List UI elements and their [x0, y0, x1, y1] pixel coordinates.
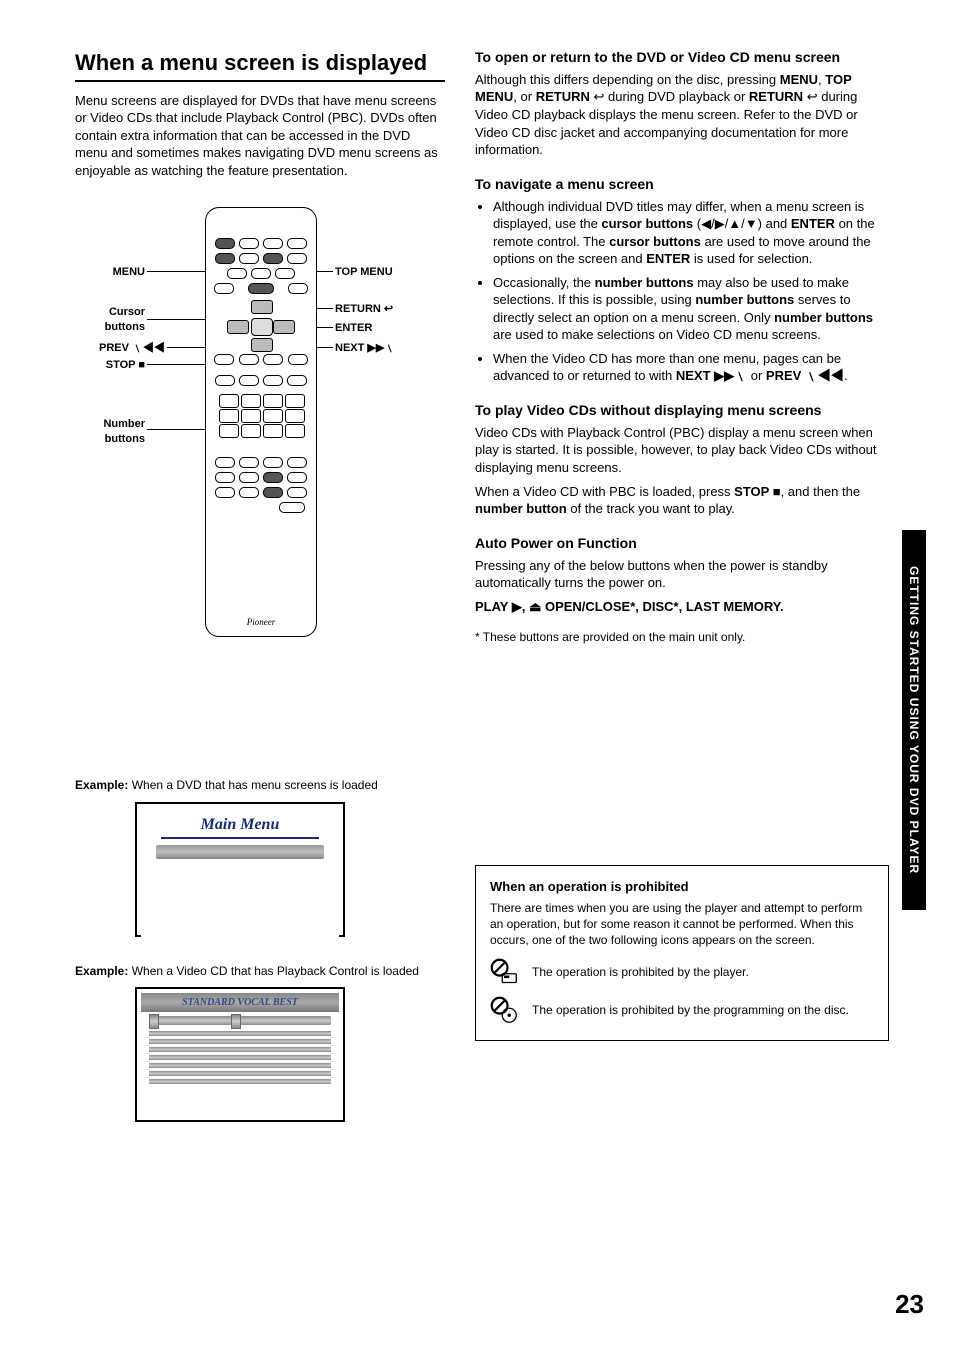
section-heading: When a menu screen is displayed — [75, 48, 445, 82]
callout-cursor: Cursor buttons — [75, 305, 145, 335]
callout-numbers: Number buttons — [75, 417, 145, 447]
brand-label: Pioneer — [214, 616, 308, 628]
left-column: When a menu screen is displayed Menu scr… — [75, 48, 445, 1122]
section-play-vcd-p1: Video CDs with Playback Control (PBC) di… — [475, 424, 889, 477]
section-play-vcd-head: To play Video CDs without displaying men… — [475, 401, 889, 420]
prohibited-player-text: The operation is prohibited by the playe… — [532, 964, 749, 980]
callout-stop: STOP ■ — [75, 358, 145, 373]
section-play-vcd-p2: When a Video CD with PBC is loaded, pres… — [475, 483, 889, 518]
prohibited-note-box: When an operation is prohibited There ar… — [475, 865, 889, 1041]
right-column: To open or return to the DVD or Video CD… — [475, 48, 889, 1122]
page-number: 23 — [895, 1287, 924, 1322]
section-open-return-body: Although this differs depending on the d… — [475, 71, 889, 159]
autopower-footnote: * These buttons are provided on the main… — [475, 629, 889, 645]
section-open-return-head: To open or return to the DVD or Video CD… — [475, 48, 889, 67]
prohibited-player-icon — [490, 958, 518, 986]
prohibited-disc-text: The operation is prohibited by the progr… — [532, 1002, 849, 1018]
callout-menu: MENU — [75, 265, 145, 280]
section-navigate-head: To navigate a menu screen — [475, 175, 889, 194]
callout-next: NEXT ▶▶﹨ — [335, 341, 395, 356]
vcd-title: STANDARD VOCAL BEST — [141, 993, 339, 1013]
section-side-tab: GETTING STARTED USING YOUR DVD PLAYER — [902, 530, 926, 910]
section-autopower-head: Auto Power on Function — [475, 534, 889, 553]
prohibited-head: When an operation is prohibited — [490, 878, 874, 896]
remote-body: Pioneer — [205, 207, 317, 637]
vcd-menu-screenshot: STANDARD VOCAL BEST — [135, 987, 345, 1122]
callout-topmenu: TOP MENU — [335, 265, 393, 280]
example-1-label: Example: When a DVD that has menu screen… — [75, 777, 445, 793]
callout-prev: PREV ﹨◀◀ — [75, 341, 165, 356]
main-menu-title: Main Menu — [161, 814, 319, 840]
autopower-button-list: PLAY ▶, ⏏ OPEN/CLOSE*, DISC*, LAST MEMOR… — [475, 598, 889, 616]
prohibited-disc-icon — [490, 996, 518, 1024]
callout-enter: ENTER — [335, 321, 372, 336]
intro-paragraph: Menu screens are displayed for DVDs that… — [75, 92, 445, 180]
callout-return: RETURN ↩ — [335, 302, 393, 317]
example-2-label: Example: When a Video CD that has Playba… — [75, 963, 445, 979]
section-autopower-body: Pressing any of the below buttons when t… — [475, 557, 889, 592]
dvd-menu-screenshot: Main Menu — [135, 802, 345, 937]
prohibited-body: There are times when you are using the p… — [490, 900, 874, 949]
navigate-bullets: Although individual DVD titles may diffe… — [475, 198, 889, 385]
remote-diagram: MENU Cursor buttons PREV ﹨◀◀ STOP ■ Numb… — [75, 197, 445, 757]
